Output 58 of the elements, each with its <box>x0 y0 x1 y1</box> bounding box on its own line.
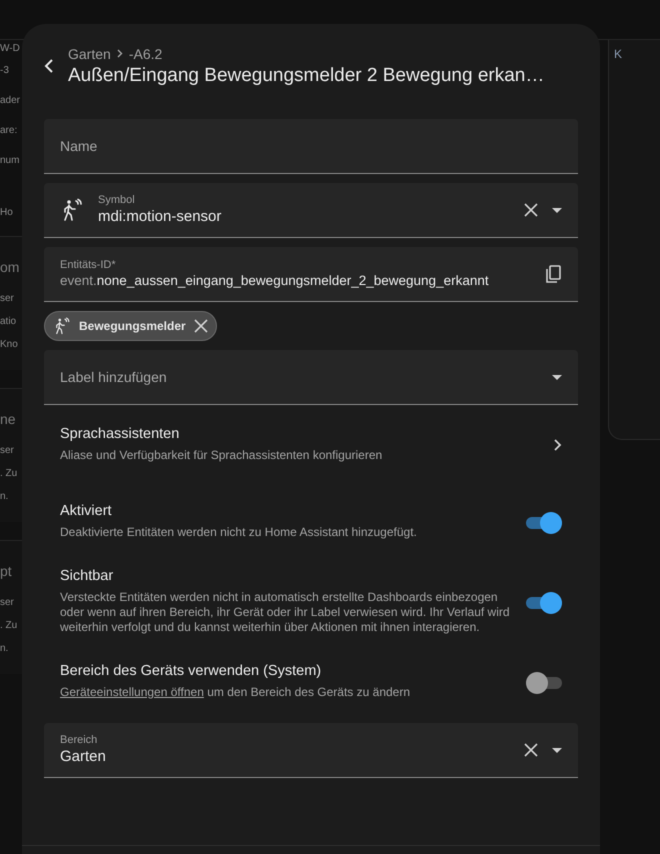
setting-title: Sprachassistenten <box>60 426 180 442</box>
toggle-switch[interactable] <box>526 590 562 612</box>
background-text: n. <box>0 492 10 502</box>
label-select[interactable]: Label hinzufügen <box>44 350 578 405</box>
breadcrumb-item[interactable]: -A6.2 <box>128 46 162 62</box>
device-settings-link[interactable]: Geräteeinstellungen öffnen <box>60 685 204 699</box>
background-text: are: <box>0 126 18 136</box>
background-text: ader <box>0 96 22 106</box>
toggle-switch[interactable] <box>526 670 562 692</box>
close-icon[interactable] <box>524 743 538 757</box>
chevron-right-icon <box>116 49 123 58</box>
dropdown-caret-icon[interactable] <box>552 748 562 752</box>
back-button[interactable] <box>44 59 54 73</box>
chevron-right-icon[interactable] <box>554 438 562 450</box>
field-value: Garten <box>60 748 107 766</box>
setting-description: Versteckte Entitäten werden nicht in automatisch erstellte Dashboards einbezogen oder wenn auf ihren Bereich, ihr Gerät oder ihr Label verwiesen wird. Ihr Verlauf wird weiterhin verfolgt und du kannst weiterhin über Aktionen mit ihnen interagieren. <box>60 590 510 635</box>
background-heading: ne <box>0 411 17 427</box>
close-icon[interactable] <box>194 319 208 333</box>
setting-title: Sichtbar <box>60 568 114 584</box>
copy-icon[interactable] <box>546 265 562 283</box>
dropdown-caret-icon[interactable] <box>552 374 562 380</box>
field-label: Entitäts-ID* <box>60 258 117 271</box>
close-icon[interactable] <box>524 203 538 217</box>
background-heading: om <box>0 259 20 275</box>
walking-person-icon <box>53 317 71 335</box>
background-text: num <box>0 156 20 166</box>
background-text: Kno <box>0 340 19 350</box>
field-label: Bereich <box>60 734 98 746</box>
background-text: ser <box>0 598 15 608</box>
dialog-title: Außen/Eingang Bewegungsmelder 2 Bewegung erkan… <box>68 64 544 86</box>
background-text: n. <box>0 644 10 654</box>
background-heading: pt <box>0 563 13 579</box>
background-text: W-D <box>0 44 21 54</box>
background-text: -3 <box>0 66 10 76</box>
background-text: atio <box>0 317 18 327</box>
setting-description: Aliase und Verfügbarkeit für Sprachassistenten konfigurieren <box>60 448 384 463</box>
icon-field[interactable]: Symbol mdi:motion-sensor <box>44 183 578 238</box>
background-text: K <box>614 47 622 61</box>
background-text: ser <box>0 446 15 456</box>
entity-id-field[interactable]: Entitäts-ID* event.none_aussen_eingang_bewegungsmelder_2_bewegung_erkannt <box>44 247 578 302</box>
setting-description: Deaktivierte Entitäten werden nicht zu Home Assistant hinzugefügt. <box>60 525 418 540</box>
background-text: . Zu <box>0 621 18 631</box>
background-text: Ho <box>0 208 14 218</box>
dropdown-caret-icon[interactable] <box>552 208 562 212</box>
background-text: . Zu <box>0 469 18 479</box>
background-text: ser <box>0 294 15 304</box>
field-value: mdi:motion-sensor <box>98 208 222 226</box>
breadcrumb-item[interactable]: Garten <box>68 46 111 62</box>
label-chip[interactable]: Bewegungsmelder <box>44 311 217 341</box>
field-label: Symbol <box>98 194 136 206</box>
field-value: event.none_aussen_eingang_bewegungsmelder_2_bewegung_erkannt <box>60 272 490 290</box>
setting-description: Geräteeinstellungen öffnen um den Bereich des Geräts zu ändern <box>60 685 412 700</box>
name-field[interactable]: Name <box>44 119 578 174</box>
toggle-switch[interactable] <box>526 510 562 532</box>
area-field[interactable]: Bereich Garten <box>44 723 578 778</box>
field-label: Name <box>60 138 98 154</box>
setting-title: Bereich des Geräts verwenden (System) <box>60 663 322 679</box>
setting-title: Aktiviert <box>60 503 113 519</box>
